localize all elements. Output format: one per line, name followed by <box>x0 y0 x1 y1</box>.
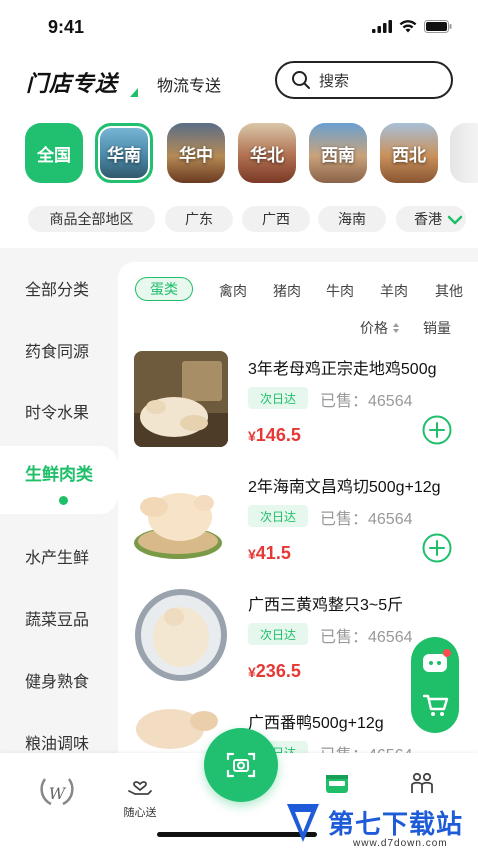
sidebar-item-herbal[interactable]: 药食同源 <box>25 338 89 362</box>
category-tab-eggs[interactable]: 蛋类 <box>135 277 193 301</box>
sidebar-item-fresh-meat[interactable]: 生鲜肉类 <box>25 460 93 485</box>
subregion-chip[interactable]: 广西 <box>242 206 310 232</box>
watermark-text: 第七下载站 <box>328 809 464 839</box>
people-icon <box>411 772 433 793</box>
sidebar-item-deli[interactable]: 健身熟食 <box>25 668 89 692</box>
category-sidebar: 全部分类 药食同源 时令水果 生鲜肉类 水产生鲜 蔬菜豆品 健身熟食 粮油调味 <box>0 248 118 753</box>
region-label: 华南 <box>107 145 141 165</box>
signal-icon <box>372 20 392 33</box>
sidebar-item-seafood[interactable]: 水产生鲜 <box>25 544 89 568</box>
price-currency: ¥ <box>248 428 256 444</box>
region-south-china[interactable]: 华南 <box>95 123 153 183</box>
add-to-cart-button[interactable] <box>422 415 452 445</box>
tab-gift[interactable]: 随心送 <box>110 773 170 820</box>
sort-sales-button[interactable]: 销量 <box>423 318 451 338</box>
product-image <box>134 469 228 565</box>
sort-price-button[interactable]: 价格 <box>360 318 400 338</box>
region-northwest[interactable]: 西北 <box>380 123 438 183</box>
search-placeholder: 搜索 <box>319 72 350 90</box>
region-label: 华北 <box>250 145 284 165</box>
hand-heart-icon <box>128 781 152 795</box>
product-price: ¥41.5 <box>248 543 291 564</box>
sold-count: 已售：46564 <box>320 629 413 646</box>
subregion-all-chip[interactable]: 商品全部地区 <box>28 206 155 232</box>
watermark-logo-icon <box>287 804 319 842</box>
sidebar-item-vegetables[interactable]: 蔬菜豆品 <box>25 606 89 630</box>
product-name: 3年老母鸡正宗走地鸡500g <box>248 361 437 378</box>
sold-count: 已售：46564 <box>320 511 413 528</box>
region-label: 西北 <box>392 145 426 165</box>
brand-accent-mark <box>130 88 138 97</box>
status-time: 9:41 <box>48 17 85 37</box>
cart-icon[interactable] <box>423 693 449 717</box>
tab-gift-label: 随心送 <box>123 807 157 819</box>
sidebar-item-grain-oil[interactable]: 粮油调味 <box>25 730 89 754</box>
subregion-chip[interactable]: 海南 <box>318 206 386 232</box>
delivery-badge: 次日达 <box>248 387 308 409</box>
region-central-china[interactable]: 华中 <box>167 123 225 183</box>
category-tab-other[interactable]: 其他 <box>435 281 478 301</box>
region-label: 西南 <box>321 145 355 165</box>
sold-count: 已售：46564 <box>320 393 413 410</box>
price-value: 41.5 <box>255 543 291 563</box>
product-name: 2年海南文昌鸡切500g+12g <box>248 479 441 496</box>
product-image <box>134 587 228 683</box>
product-name: 广西番鸭500g+12g <box>248 715 384 732</box>
product-price: ¥236.5 <box>248 661 301 682</box>
region-all-label: 全国 <box>37 145 71 165</box>
sidebar-item-all[interactable]: 全部分类 <box>25 276 89 300</box>
region-more-faded[interactable] <box>450 123 478 183</box>
sold-count: 已售：46564 <box>320 741 413 753</box>
tab-home[interactable]: W <box>27 773 87 812</box>
region-selector: 全国 华南 华中 华北 西南 西北 <box>25 123 478 185</box>
add-to-cart-button[interactable] <box>422 533 452 563</box>
floating-service-panel <box>411 637 459 733</box>
price-value: 236.5 <box>255 661 301 681</box>
category-tab-poultry[interactable]: 禽肉 <box>219 281 247 301</box>
product-name: 广西三黄鸡整只3~5斤 <box>248 597 404 614</box>
subregion-chip[interactable]: 广东 <box>165 206 233 232</box>
svg-text:W: W <box>49 784 67 803</box>
product-image <box>134 351 228 447</box>
sort-arrows-icon <box>393 323 399 333</box>
category-tab-beef[interactable]: 牛肉 <box>326 281 354 301</box>
delivery-badge: 次日达 <box>248 505 308 527</box>
price-currency: ¥ <box>248 546 256 562</box>
chevron-down-icon[interactable] <box>445 210 465 230</box>
watermark-url: www.d7down.com <box>353 838 448 849</box>
price-currency: ¥ <box>248 664 256 680</box>
sidebar-active-dot <box>59 496 68 505</box>
scan-button[interactable] <box>204 728 278 802</box>
region-all[interactable]: 全国 <box>25 123 83 183</box>
subregion-chips: 商品全部地区 广东 广西 海南 香港 <box>28 206 478 234</box>
region-north-china[interactable]: 华北 <box>238 123 296 183</box>
status-bar: 9:41 <box>0 0 478 52</box>
search-icon <box>292 71 310 89</box>
delivery-badge: 次日达 <box>248 623 308 645</box>
header: 门店专送 物流专送 搜索 <box>0 58 478 102</box>
wifi-icon <box>399 20 417 33</box>
store-icon <box>326 775 348 793</box>
battery-icon <box>424 20 452 33</box>
tab-logistics-delivery[interactable]: 物流专送 <box>157 72 221 96</box>
category-tab-mutton[interactable]: 羊肉 <box>380 281 408 301</box>
scan-camera-icon <box>226 752 256 778</box>
search-input[interactable]: 搜索 <box>275 61 453 99</box>
tab-store[interactable] <box>307 771 367 800</box>
laurel-logo-icon: W <box>40 778 74 806</box>
region-southwest[interactable]: 西南 <box>309 123 367 183</box>
product-item[interactable]: 3年老母鸡正宗走地鸡500g 次日达 已售：46564 ¥146.5 <box>118 351 478 469</box>
sort-price-label: 价格 <box>360 320 388 336</box>
tab-store-delivery[interactable]: 门店专送 <box>26 66 118 98</box>
price-value: 146.5 <box>255 425 301 445</box>
watermark: 第七下载站 www.d7down.com <box>283 798 478 850</box>
notification-dot <box>443 649 451 657</box>
product-item[interactable]: 2年海南文昌鸡切500g+12g 次日达 已售：46564 ¥41.5 <box>118 469 478 587</box>
category-tab-pork[interactable]: 猪肉 <box>273 281 301 301</box>
region-label: 华中 <box>179 145 213 165</box>
product-price: ¥146.5 <box>248 425 301 446</box>
status-icons <box>372 20 452 33</box>
sidebar-item-fruit[interactable]: 时令水果 <box>25 399 89 423</box>
